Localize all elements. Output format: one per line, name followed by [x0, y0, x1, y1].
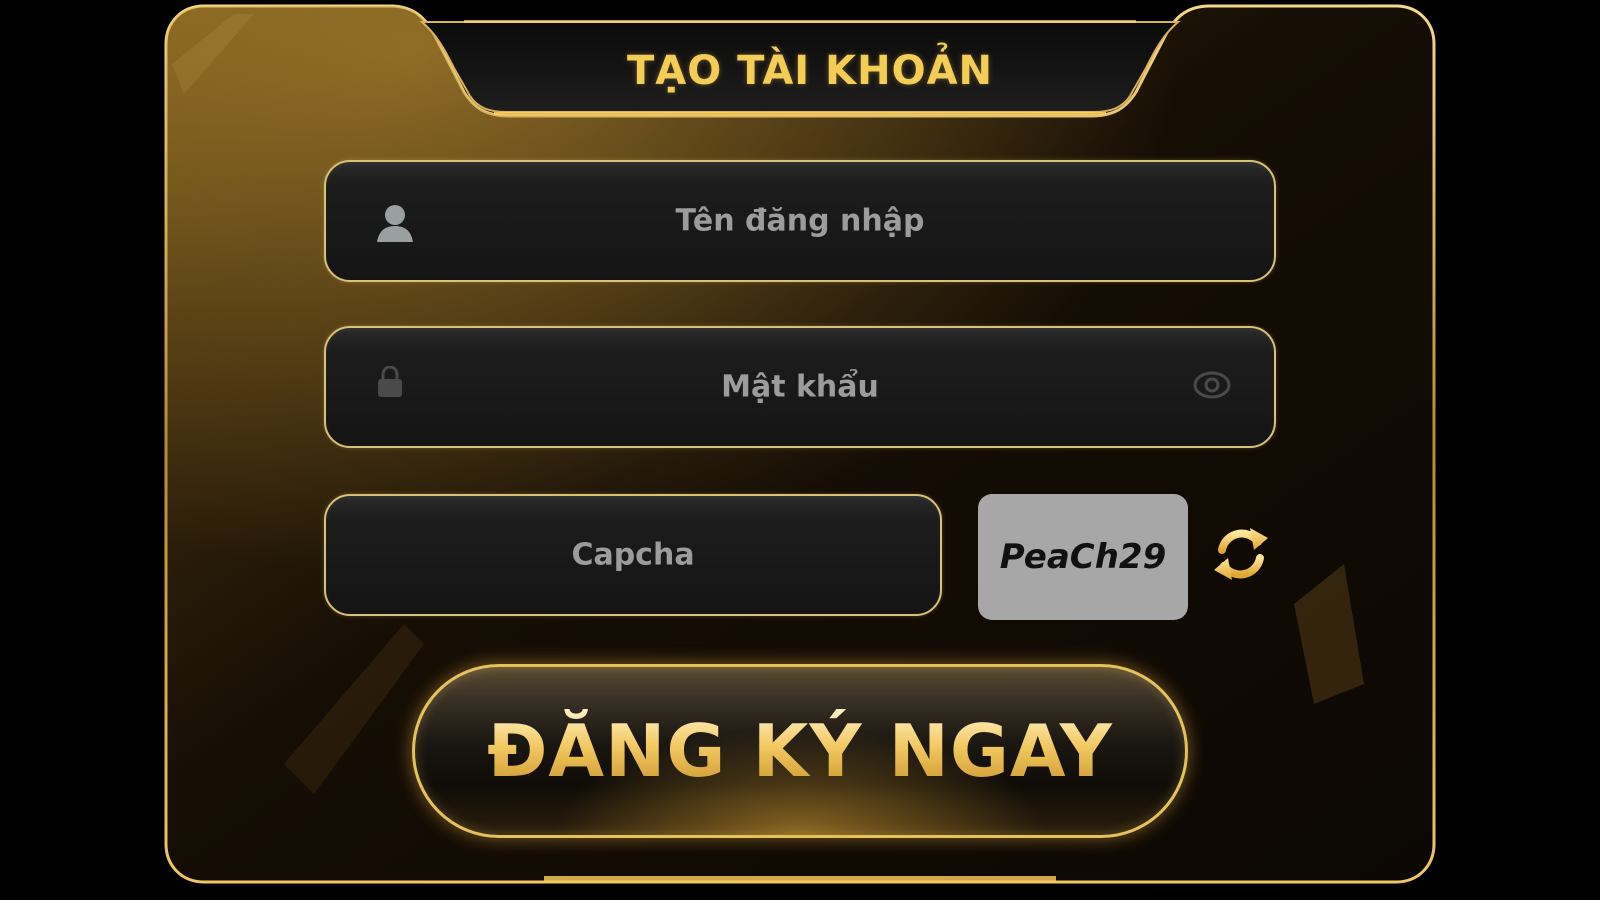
- refresh-icon[interactable]: [1210, 524, 1272, 584]
- register-now-label: ĐĂNG KÝ NGAY: [415, 709, 1185, 793]
- password-field[interactable]: Mật khẩu: [324, 326, 1276, 448]
- registration-screen: TẠO TÀI KHOẢN Tên đăng nhập Mật khẩu Cap…: [0, 0, 1600, 900]
- register-now-button[interactable]: ĐĂNG KÝ NGAY: [412, 664, 1188, 838]
- password-placeholder: Mật khẩu: [721, 369, 879, 405]
- register-dialog: TẠO TÀI KHOẢN Tên đăng nhập Mật khẩu Cap…: [164, 4, 1436, 884]
- username-field[interactable]: Tên đăng nhập: [324, 160, 1276, 282]
- captcha-image: PeaCh29: [978, 494, 1188, 620]
- dialog-title: TẠO TÀI KHOẢN: [626, 48, 994, 94]
- captcha-placeholder: Capcha: [571, 537, 695, 573]
- eye-icon[interactable]: [1192, 368, 1232, 402]
- captcha-code: PeaCh29: [999, 537, 1167, 577]
- captcha-input[interactable]: Capcha: [324, 494, 942, 616]
- username-placeholder: Tên đăng nhập: [675, 203, 925, 239]
